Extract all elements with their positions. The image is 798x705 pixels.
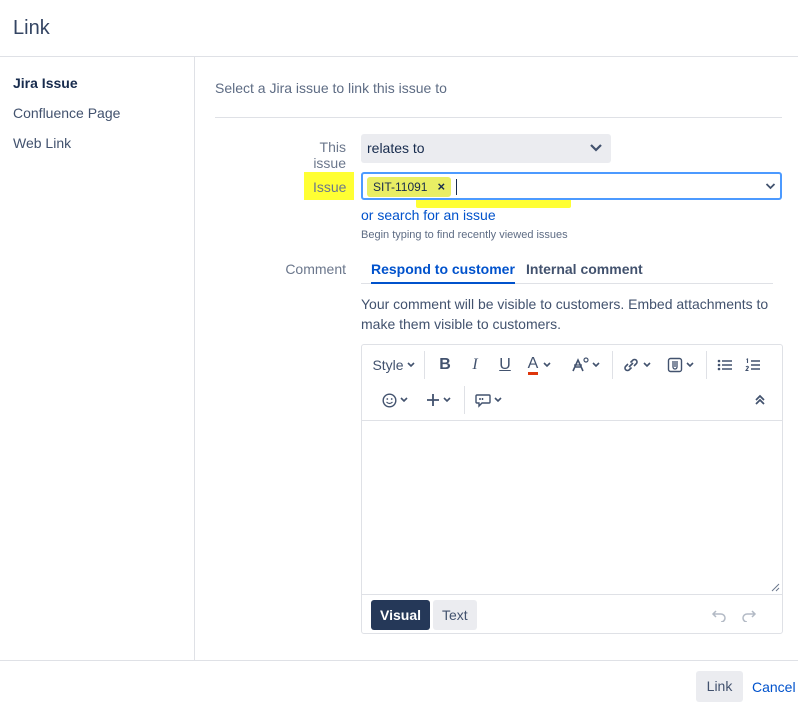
italic-button[interactable]: I: [464, 354, 486, 376]
separator: [612, 351, 613, 379]
sidebar-item-web-link[interactable]: Web Link: [13, 135, 71, 151]
chevron-down-icon: [399, 397, 408, 403]
text-cursor: [456, 179, 457, 195]
text-mode-button[interactable]: Text: [433, 600, 477, 630]
tab-internal-comment[interactable]: Internal comment: [526, 261, 643, 277]
style-label: Style: [372, 357, 404, 373]
bold-button[interactable]: B: [434, 354, 456, 376]
text-effects-button[interactable]: [570, 354, 602, 376]
intro-text: Select a Jira issue to link this issue t…: [215, 80, 447, 96]
chevron-down-icon: [494, 397, 502, 403]
issue-help-text: Begin typing to find recently viewed iss…: [361, 229, 568, 241]
separator: [464, 386, 465, 414]
visual-mode-button[interactable]: Visual: [371, 600, 430, 630]
insert-more-icon: [427, 394, 439, 406]
attachment-icon: [667, 357, 683, 373]
undo-icon[interactable]: [711, 608, 727, 622]
comment-label: Comment: [285, 261, 346, 277]
issue-label: Issue: [313, 179, 347, 195]
link-icon: [624, 358, 638, 372]
resize-grip-icon[interactable]: [771, 583, 780, 592]
search-issue-link[interactable]: or search for an issue: [361, 207, 496, 223]
quote-icon: [475, 393, 491, 408]
quote-button[interactable]: [474, 389, 504, 411]
numbered-list-button[interactable]: [742, 354, 764, 376]
comment-text-area[interactable]: [362, 422, 782, 594]
emoji-icon: [381, 392, 397, 408]
chevron-down-icon: [443, 397, 451, 403]
bullet-list-button[interactable]: [714, 354, 736, 376]
link-type-select[interactable]: relates to: [361, 134, 611, 163]
underline-button[interactable]: U: [494, 354, 516, 376]
dialog-header: Link: [0, 0, 798, 57]
editor-footer: Visual Text: [362, 594, 782, 634]
bullet-list-icon: [717, 359, 732, 371]
style-dropdown[interactable]: Style: [372, 354, 416, 376]
chevron-down-icon: [686, 362, 694, 368]
chevron-down-icon: [543, 362, 551, 368]
visibility-note: Your comment will be visible to customer…: [361, 296, 769, 332]
chevron-down-icon: [592, 362, 600, 368]
chevron-down-icon: [589, 142, 603, 154]
insert-link-button[interactable]: [620, 354, 654, 376]
text-effects-icon: [572, 357, 589, 372]
sidebar-item-confluence-page[interactable]: Confluence Page: [13, 105, 120, 121]
attachment-button[interactable]: [664, 354, 698, 376]
remove-tag-icon[interactable]: ×: [437, 179, 445, 194]
text-color-icon: A: [527, 355, 539, 375]
separator: [424, 351, 425, 379]
issue-tag-key: SIT-11091: [373, 180, 428, 194]
tab-respond-to-customer[interactable]: Respond to customer: [371, 261, 515, 284]
insert-more-button[interactable]: [424, 389, 454, 411]
chevron-down-icon[interactable]: [765, 182, 776, 191]
issue-picker-input[interactable]: SIT-11091 ×: [361, 172, 782, 200]
sidebar-item-jira-issue[interactable]: Jira Issue: [13, 75, 78, 91]
text-color-button[interactable]: A: [524, 354, 556, 376]
link-form: Select a Jira issue to link this issue t…: [196, 57, 798, 660]
comment-editor: Style B I U A Visual Text: [361, 344, 783, 634]
link-type-value: relates to: [367, 140, 425, 156]
separator: [706, 351, 707, 379]
link-button[interactable]: Link: [696, 671, 743, 702]
emoji-button[interactable]: [380, 389, 410, 411]
divider: [215, 117, 782, 118]
collapse-toolbar-icon: [755, 394, 765, 405]
dialog-footer: Link Cancel: [0, 660, 798, 705]
redo-icon[interactable]: [741, 608, 757, 622]
chevron-down-icon: [406, 362, 415, 368]
issue-tag: SIT-11091 ×: [367, 177, 452, 197]
this-issue-label: This issue: [313, 139, 346, 171]
dialog-title: Link: [13, 17, 50, 39]
cancel-button[interactable]: Cancel: [752, 679, 796, 695]
collapse-toolbar-button[interactable]: [750, 389, 770, 411]
numbered-list-icon: [745, 358, 760, 372]
chevron-down-icon: [643, 362, 651, 368]
link-type-sidebar: Jira Issue Confluence Page Web Link: [0, 57, 195, 660]
editor-toolbar: Style B I U A: [362, 345, 782, 421]
